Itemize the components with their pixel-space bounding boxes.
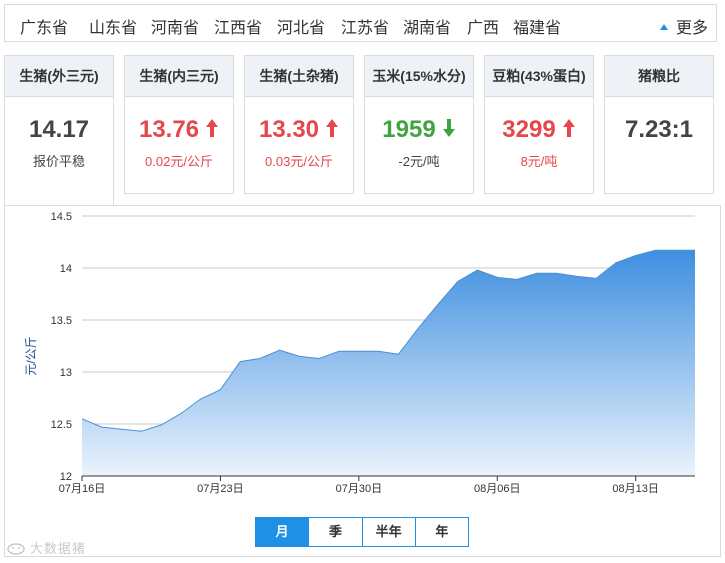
price-value: 1959 <box>382 116 436 143</box>
y-tick-label: 14.5 <box>51 211 72 223</box>
card-price: 14.17 <box>5 117 113 143</box>
price-card[interactable]: 玉米(15%水分) 1959 -2元/吨 <box>364 55 474 194</box>
arrow-up-icon <box>326 119 339 137</box>
price-card[interactable]: 生猪(土杂猪) 13.30 0.03元/公斤 <box>244 55 354 194</box>
card-change: 0.03元/公斤 <box>265 154 333 169</box>
price-value: 13.30 <box>258 116 320 143</box>
watermark-text: 大数据猪 <box>30 541 87 556</box>
price-value: 3299 <box>502 116 556 143</box>
x-tick-label: 08月06日 <box>474 483 520 495</box>
more-button[interactable]: 更多 <box>659 14 708 38</box>
x-tick-label: 08月13日 <box>612 483 658 495</box>
price-value: 13.76 <box>138 116 200 143</box>
card-price: 3299 <box>485 117 593 143</box>
y-tick-label: 14 <box>60 263 72 275</box>
pig-logo-icon <box>7 543 25 555</box>
price-chart-panel: 12 12.5 13 13.5 14 14.5 07月16日 07月23日 07月30日 08月0… <box>4 205 721 557</box>
y-tick-label: 12.5 <box>51 419 72 431</box>
region-link[interactable]: 湖南省 <box>403 14 451 38</box>
price-value: 14.17 <box>28 116 90 143</box>
card-change: 报价平稳 <box>32 154 85 169</box>
region-link[interactable]: 江苏省 <box>341 14 389 38</box>
tab-half-year[interactable]: 半年 <box>362 518 416 546</box>
card-change: -2元/吨 <box>398 154 440 169</box>
arrow-up-icon <box>562 119 575 137</box>
price-value: 7.23:1 <box>624 116 694 143</box>
region-link[interactable]: 广东省 <box>20 14 68 38</box>
triangle-up-icon <box>659 24 668 30</box>
y-tick-label: 12 <box>60 471 72 483</box>
tab-quarter[interactable]: 季 <box>309 518 363 546</box>
card-price: 1959 <box>365 117 473 143</box>
card-price: 13.30 <box>245 117 353 143</box>
region-link[interactable]: 江西省 <box>214 14 262 38</box>
card-title: 玉米(15%水分) <box>365 56 473 97</box>
y-tick-label: 13.5 <box>51 315 72 327</box>
region-link[interactable]: 福建省 <box>513 14 561 38</box>
region-bar: 广东省 山东省 河南省 江西省 河北省 江苏省 湖南省 广西 福建省 更多 <box>4 4 717 42</box>
price-card[interactable]: 豆粕(43%蛋白) 3299 8元/吨 <box>484 55 594 194</box>
price-card[interactable]: 猪粮比 7.23:1 <box>604 55 714 194</box>
card-title: 生猪(土杂猪) <box>245 56 353 97</box>
card-title: 猪粮比 <box>605 56 713 97</box>
card-price: 7.23:1 <box>605 117 713 143</box>
price-chart: 12 12.5 13 13.5 14 14.5 07月16日 07月23日 07月30日 08月0… <box>24 211 695 495</box>
card-price: 13.76 <box>125 117 233 143</box>
region-link[interactable]: 广西 <box>467 14 499 38</box>
more-label: 更多 <box>675 20 708 37</box>
price-area <box>82 250 695 476</box>
card-change: 0.02元/公斤 <box>145 154 213 169</box>
price-cards: 生猪(外三元) 14.17 报价平稳 生猪(内三元) 13.76 0.02元/公… <box>4 55 721 205</box>
tab-month[interactable]: 月 <box>256 518 310 546</box>
region-link[interactable]: 河南省 <box>151 14 199 38</box>
card-title: 豆粕(43%蛋白) <box>485 56 593 97</box>
watermark: 大数据猪 <box>6 538 86 557</box>
price-card[interactable]: 生猪(内三元) 13.76 0.02元/公斤 <box>124 55 234 194</box>
arrow-up-icon <box>206 119 219 137</box>
region-link[interactable]: 河北省 <box>277 14 325 38</box>
y-axis-label: 元/公斤 <box>24 336 38 375</box>
x-tick-label: 07月23日 <box>197 483 243 495</box>
arrow-down-icon <box>442 119 455 137</box>
y-tick-label: 13 <box>60 367 72 379</box>
tab-year[interactable]: 年 <box>415 518 468 546</box>
x-tick-label: 07月16日 <box>59 483 105 495</box>
card-title: 生猪(内三元) <box>125 56 233 97</box>
range-tabs: 月 季 半年 年 <box>255 517 469 547</box>
card-change: 8元/吨 <box>520 154 558 169</box>
price-card[interactable]: 生猪(外三元) 14.17 报价平稳 <box>4 55 114 205</box>
x-tick-label: 07月30日 <box>336 483 382 495</box>
card-title: 生猪(外三元) <box>5 56 113 97</box>
region-link[interactable]: 山东省 <box>89 14 137 38</box>
